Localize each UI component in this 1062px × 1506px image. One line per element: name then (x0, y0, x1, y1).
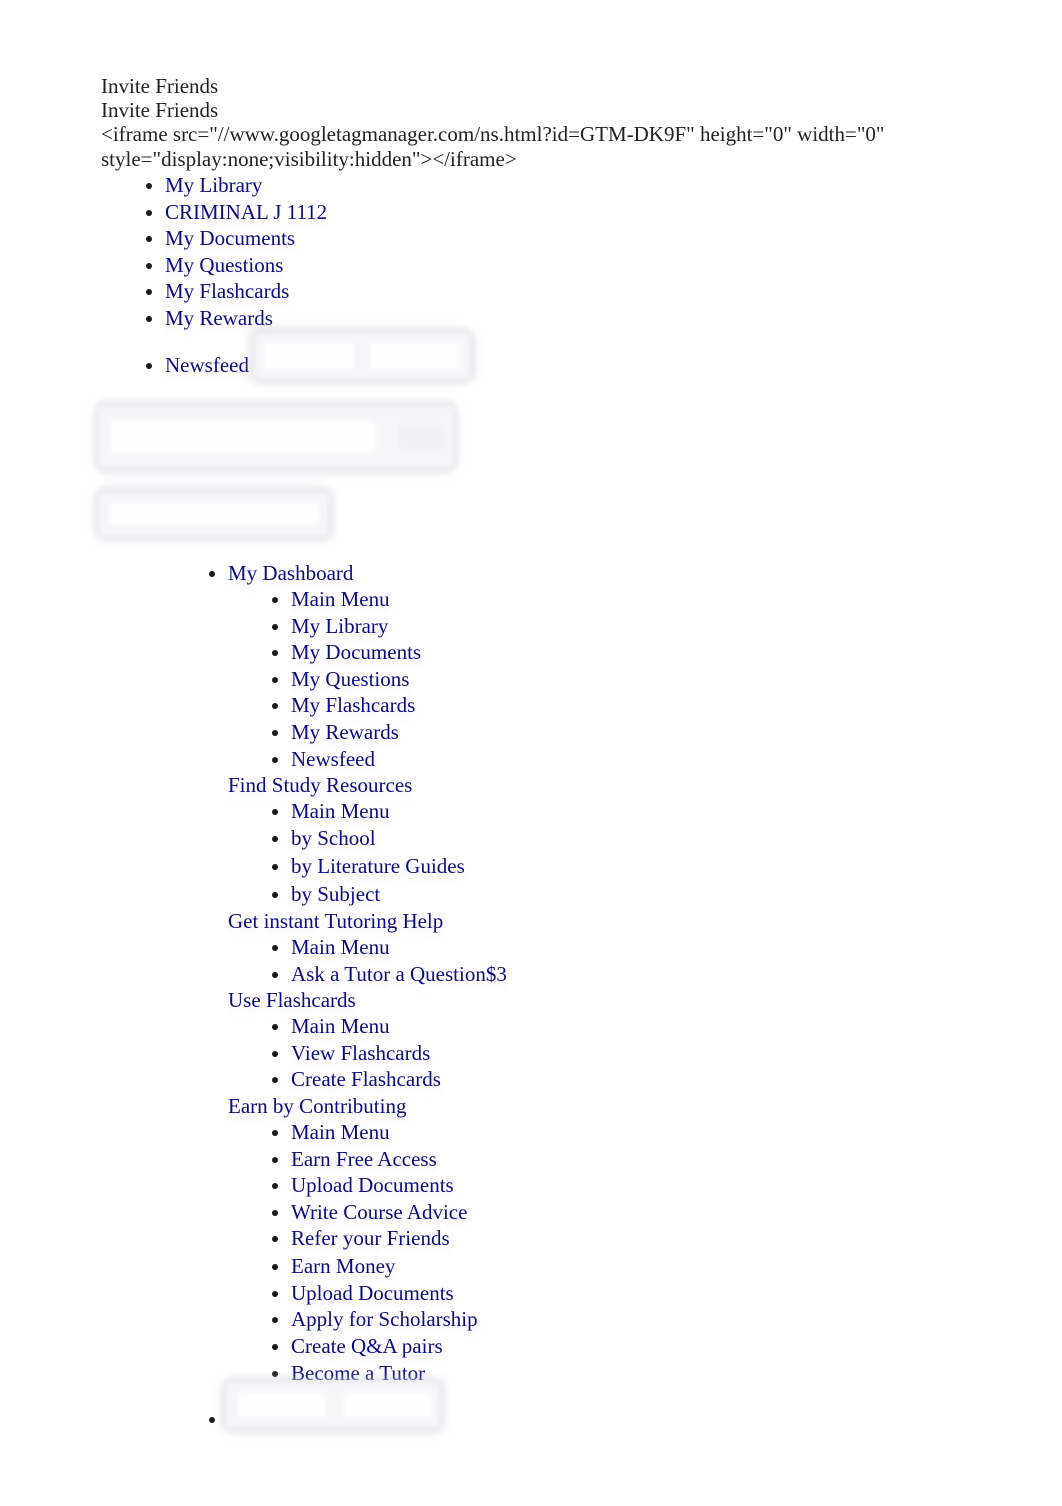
nav-link-my-dashboard[interactable]: My Dashboard (228, 561, 353, 585)
earn-link-apply-scholarship[interactable]: Apply for Scholarship (291, 1307, 478, 1331)
invite-friends-text-repeat: Invite Friends (101, 98, 219, 122)
submenu-item: Create Q&A pairs (291, 1333, 507, 1360)
faded-button-right[interactable] (370, 343, 460, 369)
submenu-item: Newsfeed (291, 746, 507, 773)
top-menu-item: CRIMINAL J 1112 (165, 199, 961, 226)
submenu-item: Upload Documents (291, 1280, 507, 1307)
tutoring-link-main-menu[interactable]: Main Menu (291, 935, 390, 959)
dashboard-submenu: Main Menu My Library My Documents My Que… (228, 586, 507, 772)
flashcards-link-view[interactable]: View Flashcards (291, 1041, 430, 1065)
top-menu-link-my-library[interactable]: My Library (165, 173, 262, 197)
submenu-item: Earn Free Access (291, 1146, 507, 1173)
submenu-item: Main Menu (291, 934, 507, 961)
dashboard-link-my-library[interactable]: My Library (291, 614, 388, 638)
nav-group-use-flashcards[interactable]: Use Flashcards (228, 987, 507, 1013)
nav-group-earn-by-contributing[interactable]: Earn by Contributing (228, 1093, 507, 1119)
page-content: Invite Friends Invite Friends <iframe sr… (101, 74, 961, 379)
submenu-item: View Flashcards (291, 1040, 507, 1067)
submenu-item: My Questions (291, 666, 507, 693)
earn-link-write-course-advice[interactable]: Write Course Advice (291, 1200, 467, 1224)
flashcards-link-create[interactable]: Create Flashcards (291, 1067, 441, 1091)
faded-input-field[interactable] (109, 503, 319, 525)
submenu-item: My Flashcards (291, 692, 507, 719)
submenu-item: Write Course Advice (291, 1199, 507, 1226)
submenu-item: Apply for Scholarship (291, 1306, 507, 1333)
submenu-item: My Rewards (291, 719, 507, 746)
submenu-item: by Literature Guides (291, 851, 507, 881)
flashcards-link-main-menu[interactable]: Main Menu (291, 1014, 390, 1038)
search-input[interactable] (111, 420, 375, 454)
study-link-by-literature-guides[interactable]: by Literature Guides (291, 854, 465, 878)
earn-link-upload-documents-2[interactable]: Upload Documents (291, 1281, 454, 1305)
earn-link-refer-friends[interactable]: Refer your Friends (291, 1226, 450, 1250)
earn-link-earn-money[interactable]: Earn Money (291, 1254, 395, 1278)
find-study-resources-submenu: Main Menu by School by Literature Guides… (228, 798, 507, 908)
submenu-item: Main Menu (291, 1119, 507, 1146)
faded-input (99, 492, 329, 536)
dashboard-link-my-flashcards[interactable]: My Flashcards (291, 693, 415, 717)
earn-link-free-access[interactable]: Earn Free Access (291, 1147, 437, 1171)
nav-dashboard-item: My Dashboard Main Menu My Library My Doc… (228, 560, 507, 1386)
earn-link-main-menu[interactable]: Main Menu (291, 1120, 390, 1144)
tutoring-submenu: Main Menu Ask a Tutor a Question$3 (228, 934, 507, 987)
faded-button-left[interactable] (238, 1393, 326, 1417)
submenu-item: by Subject (291, 881, 507, 908)
submenu-item: Main Menu (291, 1013, 507, 1040)
earn-link-upload-documents[interactable]: Upload Documents (291, 1173, 454, 1197)
study-link-by-subject[interactable]: by Subject (291, 882, 380, 906)
noscript-iframe-code: <iframe src="//www.googletagmanager.com/… (101, 122, 885, 171)
faded-button-group-bottom (226, 1382, 440, 1428)
tutoring-link-ask-tutor[interactable]: Ask a Tutor a Question$3 (291, 962, 507, 986)
faded-button-right[interactable] (344, 1393, 432, 1417)
top-menu-link-my-flashcards[interactable]: My Flashcards (165, 279, 289, 303)
dashboard-link-main-menu[interactable]: Main Menu (291, 587, 390, 611)
study-link-main-menu[interactable]: Main Menu (291, 799, 390, 823)
nav-group-tutoring-help[interactable]: Get instant Tutoring Help (228, 908, 507, 934)
top-menu: My Library CRIMINAL J 1112 My Documents … (101, 172, 961, 379)
top-menu-item: My Rewards (165, 305, 961, 332)
submenu-item: by School (291, 825, 507, 852)
submenu-item: Main Menu (291, 586, 507, 613)
earn-link-create-qa-pairs[interactable]: Create Q&A pairs (291, 1334, 443, 1358)
submenu-item: Earn Money (291, 1252, 507, 1280)
dashboard-link-my-documents[interactable]: My Documents (291, 640, 421, 664)
faded-button-left[interactable] (264, 343, 354, 369)
dashboard-link-my-questions[interactable]: My Questions (291, 667, 409, 691)
top-menu-link-course[interactable]: CRIMINAL J 1112 (165, 200, 327, 224)
top-menu-item: My Flashcards (165, 278, 961, 305)
invite-friends-text: Invite Friends (101, 74, 219, 98)
submenu-item: Upload Documents (291, 1172, 507, 1199)
top-menu-link-my-questions[interactable]: My Questions (165, 253, 283, 277)
nav-list: My Dashboard Main Menu My Library My Doc… (101, 560, 507, 1436)
submenu-item: Refer your Friends (291, 1225, 507, 1252)
top-menu-item: My Library (165, 172, 961, 199)
submenu-item: Main Menu (291, 798, 507, 825)
top-menu-link-my-rewards[interactable]: My Rewards (165, 306, 273, 330)
top-menu-item: My Documents (165, 225, 961, 252)
top-menu-link-my-documents[interactable]: My Documents (165, 226, 295, 250)
search-bar (99, 406, 453, 468)
faded-button-group (254, 333, 470, 379)
earn-submenu: Main Menu Earn Free Access Upload Docume… (228, 1119, 507, 1386)
study-link-by-school[interactable]: by School (291, 826, 376, 850)
submenu-item: Create Flashcards (291, 1066, 507, 1093)
nav-group-find-study-resources[interactable]: Find Study Resources (228, 772, 507, 798)
dashboard-link-newsfeed[interactable]: Newsfeed (291, 747, 375, 771)
dashboard-link-my-rewards[interactable]: My Rewards (291, 720, 399, 744)
top-menu-link-newsfeed[interactable]: Newsfeed (165, 353, 249, 377)
flashcards-submenu: Main Menu View Flashcards Create Flashca… (228, 1013, 507, 1093)
submenu-item: My Library (291, 613, 507, 640)
submenu-item: Ask a Tutor a Question$3 (291, 961, 507, 988)
submenu-item: My Documents (291, 639, 507, 666)
top-menu-item: My Questions (165, 252, 961, 279)
dashboard-nav: My Dashboard Main Menu My Library My Doc… (101, 560, 507, 1436)
search-button[interactable] (399, 424, 443, 450)
